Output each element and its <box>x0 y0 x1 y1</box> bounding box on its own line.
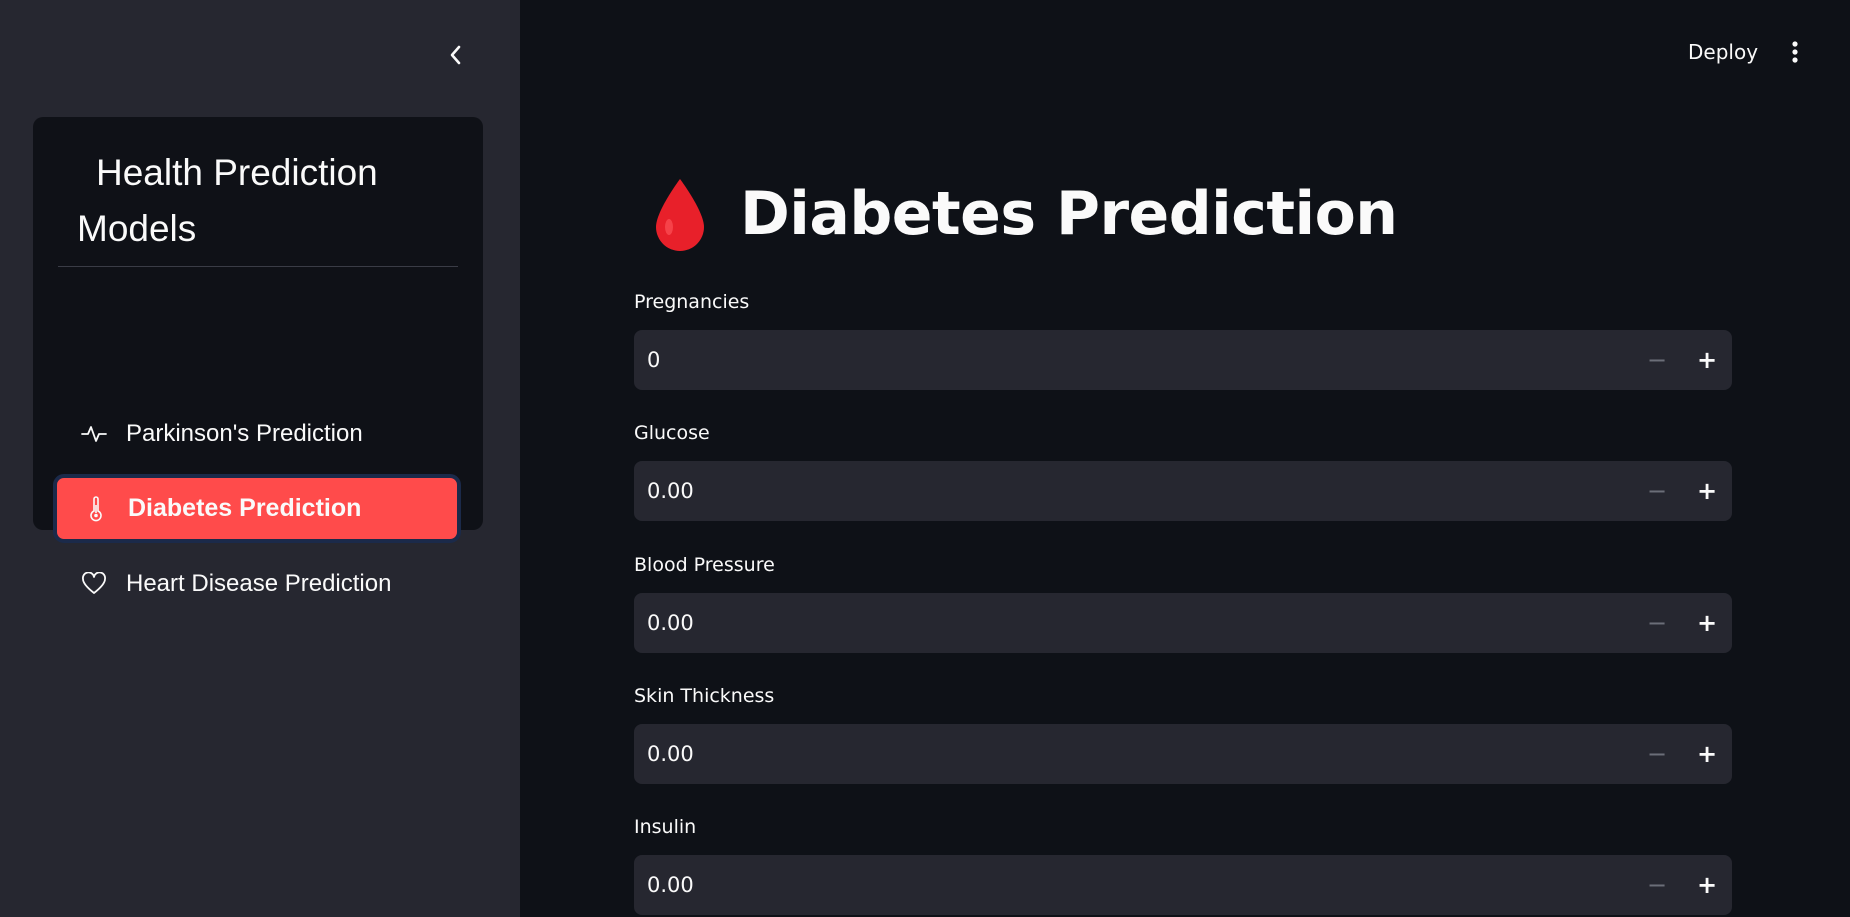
decrement-button[interactable]: − <box>1632 855 1682 915</box>
pregnancies-input[interactable] <box>634 330 1632 390</box>
field-label: Blood Pressure <box>634 554 775 576</box>
collapse-sidebar-button[interactable] <box>440 40 470 70</box>
menu-item-diabetes[interactable]: Diabetes Prediction <box>53 474 461 543</box>
increment-button[interactable]: + <box>1682 461 1732 521</box>
decrement-button[interactable]: − <box>1632 330 1682 390</box>
thermometer-icon <box>82 495 110 523</box>
field-blood-pressure: Blood Pressure − + <box>634 550 1732 653</box>
decrement-button[interactable]: − <box>1632 724 1682 784</box>
deploy-button[interactable]: Deploy <box>1676 34 1770 70</box>
menu-item-label: Heart Disease Prediction <box>126 570 392 597</box>
insulin-input[interactable] <box>634 855 1632 915</box>
blood-pressure-input[interactable] <box>634 593 1632 653</box>
more-vertical-icon <box>1792 41 1798 63</box>
increment-button[interactable]: + <box>1682 593 1732 653</box>
number-input-box: − + <box>634 855 1732 915</box>
app-root: Health Prediction Models Parkinson's Pre… <box>0 0 1850 917</box>
menu-title: Health Prediction Models <box>77 152 378 249</box>
menu-item-heart-disease[interactable]: Heart Disease Prediction <box>54 553 454 615</box>
increment-button[interactable]: + <box>1682 724 1732 784</box>
menu-item-label: Parkinson's Prediction <box>126 420 363 447</box>
menu-item-parkinsons[interactable]: Parkinson's Prediction <box>54 403 454 465</box>
field-label: Glucose <box>634 422 710 444</box>
field-insulin: Insulin − + <box>634 812 1732 915</box>
page-title-text: Diabetes Prediction <box>740 179 1398 249</box>
field-label: Skin Thickness <box>634 685 775 707</box>
menu-divider <box>58 266 458 267</box>
glucose-input[interactable] <box>634 461 1632 521</box>
field-skin-thickness: Skin Thickness − + <box>634 681 1732 784</box>
heart-icon <box>80 570 108 598</box>
decrement-button[interactable]: − <box>1632 593 1682 653</box>
field-label: Insulin <box>634 816 697 838</box>
navigation-menu: Health Prediction Models Parkinson's Pre… <box>33 117 483 597</box>
sidebar: Health Prediction Models Parkinson's Pre… <box>0 0 520 917</box>
number-input-box: − + <box>634 330 1732 390</box>
activity-icon <box>80 420 108 448</box>
chevron-left-icon <box>450 45 461 65</box>
number-input-box: − + <box>634 724 1732 784</box>
main-menu-button[interactable] <box>1778 34 1812 70</box>
field-pregnancies: Pregnancies − + <box>634 287 1732 390</box>
menu-item-label: Diabetes Prediction <box>128 494 362 522</box>
number-input-box: − + <box>634 593 1732 653</box>
field-label: Pregnancies <box>634 291 750 313</box>
blood-drop-icon <box>656 179 704 251</box>
decrement-button[interactable]: − <box>1632 461 1682 521</box>
page-title: Diabetes Prediction <box>650 175 1398 253</box>
increment-button[interactable]: + <box>1682 855 1732 915</box>
number-input-box: − + <box>634 461 1732 521</box>
increment-button[interactable]: + <box>1682 330 1732 390</box>
field-glucose: Glucose − + <box>634 418 1732 521</box>
skin-thickness-input[interactable] <box>634 724 1632 784</box>
